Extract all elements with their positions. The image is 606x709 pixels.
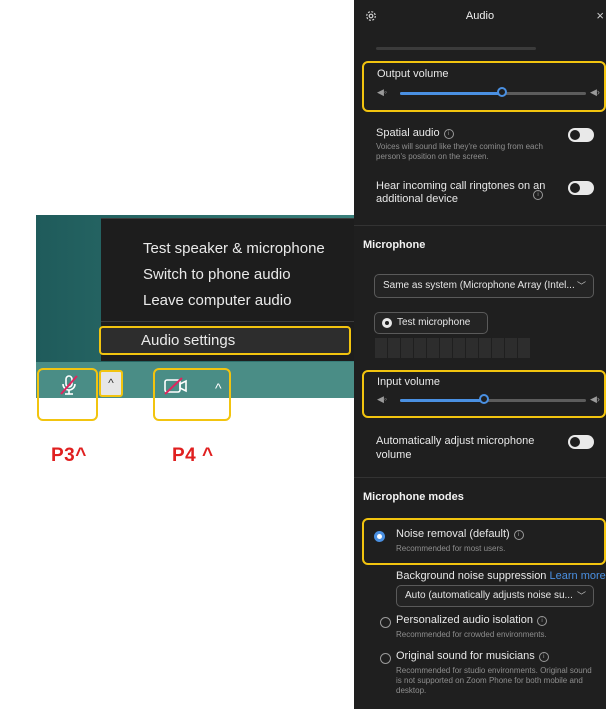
chevron-down-icon: ﹀: [576, 281, 586, 291]
test-microphone-button[interactable]: Test microphone: [374, 312, 488, 334]
input-volume-fill: [400, 399, 484, 402]
auto-adjust-toggle[interactable]: [568, 435, 594, 449]
annotation-p3: P3^: [51, 445, 87, 466]
chevron-down-icon: ﹀: [576, 591, 586, 601]
spatial-audio-toggle[interactable]: [568, 128, 594, 142]
scroll-fade-bar: [376, 47, 536, 50]
bg-suppression-select[interactable]: Auto (automatically adjusts noise su... …: [396, 585, 594, 607]
audio-menu: Test speaker & microphone Switch to phon…: [99, 218, 354, 361]
original-sound-label: Original sound for musicians i: [396, 650, 549, 662]
chevron-up-icon: ^: [215, 380, 222, 396]
ringtones-toggle[interactable]: [568, 181, 594, 195]
panel-header: Audio ×: [354, 0, 606, 34]
volume-high-icon: ◀›: [590, 87, 600, 97]
menu-item-leave-audio[interactable]: Leave computer audio: [143, 291, 291, 311]
video-label: Video: [163, 403, 199, 418]
close-icon[interactable]: ×: [596, 8, 604, 23]
noise-removal-radio[interactable]: [374, 531, 385, 542]
spatial-audio-desc: Voices will sound like they're coming fr…: [376, 142, 543, 161]
audio-label: Audio: [49, 402, 86, 417]
personalized-desc: Recommended for crowded environments.: [396, 630, 547, 639]
auto-adjust-label: Automatically adjust microphone volume: [376, 435, 535, 461]
output-volume-label: Output volume: [377, 68, 449, 80]
output-volume-thumb[interactable]: [497, 87, 508, 97]
chevron-up-icon: ^: [108, 376, 114, 390]
noise-removal-label: Noise removal (default) i: [396, 528, 524, 540]
info-icon[interactable]: i: [443, 129, 454, 139]
menu-item-audio-settings[interactable]: Audio settings: [141, 331, 235, 351]
microphone-level-meter: [375, 338, 530, 358]
input-volume-slider[interactable]: [400, 394, 586, 404]
info-icon[interactable]: i: [538, 652, 549, 662]
menu-divider: [101, 321, 354, 322]
annotation-p4: P4 ^: [172, 445, 214, 466]
menu-item-switch-phone[interactable]: Switch to phone audio: [143, 265, 291, 285]
audio-settings-highlight[interactable]: Audio settings: [99, 326, 351, 355]
video-options-caret[interactable]: ^: [215, 380, 222, 396]
output-volume-highlight: Output volume ◀◦ ◀›: [362, 61, 606, 112]
original-sound-desc: Recommended for studio environments. Ori…: [396, 666, 592, 695]
input-volume-label: Input volume: [377, 376, 440, 388]
noise-removal-desc: Recommended for most users.: [396, 544, 506, 553]
panel-title: Audio: [465, 10, 495, 22]
input-volume-highlight: Input volume ◀◦ ◀›: [362, 370, 606, 418]
audio-settings-panel: Audio × Output volume ◀◦ ◀› Spatial audi…: [354, 0, 606, 709]
microphone-muted-icon: [60, 375, 78, 395]
learn-more-link[interactable]: Learn more: [550, 570, 606, 582]
input-volume-thumb[interactable]: [478, 394, 489, 404]
original-sound-radio[interactable]: [380, 653, 391, 664]
bg-suppression-label: Background noise suppression Learn more: [396, 570, 606, 582]
volume-low-icon: ◀◦: [377, 87, 388, 97]
spatial-audio-label: Spatial audio i: [376, 127, 454, 139]
test-microphone-label: Test microphone: [397, 317, 471, 328]
volume-low-icon: ◀◦: [377, 394, 388, 404]
record-icon: [382, 318, 392, 328]
info-icon[interactable]: i: [533, 190, 543, 200]
section-divider: [354, 477, 606, 478]
noise-removal-highlight: Noise removal (default) i Recommended for…: [362, 518, 606, 565]
audio-button[interactable]: Audio: [37, 368, 98, 421]
menu-item-test-speaker[interactable]: Test speaker & microphone: [143, 239, 325, 259]
audio-options-caret[interactable]: ^: [99, 370, 123, 397]
microphone-select-value: Same as system (Microphone Array (Intel.…: [383, 280, 575, 291]
microphone-modes-heading: Microphone modes: [363, 491, 464, 503]
microphone-select[interactable]: Same as system (Microphone Array (Intel.…: [374, 274, 594, 298]
section-divider: [354, 225, 606, 226]
info-icon[interactable]: i: [513, 530, 524, 540]
bg-suppression-value: Auto (automatically adjusts noise su...: [405, 590, 573, 601]
output-volume-slider[interactable]: [400, 87, 586, 97]
info-icon[interactable]: i: [536, 616, 547, 626]
ringtones-label: Hear incoming call ringtones on an addit…: [376, 180, 546, 205]
personalized-label: Personalized audio isolation i: [396, 614, 547, 626]
personalized-radio[interactable]: [380, 617, 391, 628]
output-volume-fill: [400, 92, 503, 95]
video-button[interactable]: ^ Video: [153, 368, 231, 421]
microphone-heading: Microphone: [363, 239, 426, 251]
video-off-icon: [164, 377, 187, 395]
volume-high-icon: ◀›: [590, 394, 600, 404]
